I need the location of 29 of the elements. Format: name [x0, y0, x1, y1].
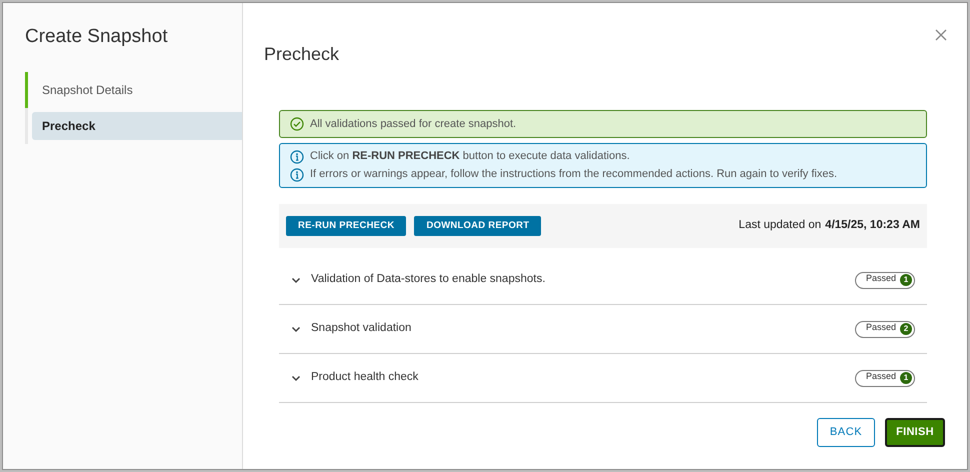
- status-text: Passed: [866, 272, 896, 286]
- alert-text: If errors or warnings appear, follow the instructions from the recommended actions. Run again to verify fixes.: [310, 167, 838, 182]
- count-badge: 1: [900, 274, 912, 286]
- status-text: Passed: [866, 370, 896, 384]
- status-text: Passed: [866, 321, 896, 334]
- info-icon: [290, 150, 304, 164]
- check-title: Snapshot validation: [311, 321, 412, 336]
- last-updated-value: 4/15/25, 10:23 AM: [825, 218, 920, 234]
- last-updated-label: Last updated on: [738, 218, 822, 234]
- wizard-step[interactable]: Precheck: [32, 112, 242, 140]
- alert-text: Click on RE-RUN PRECHECK button to execute data validations.: [310, 149, 630, 164]
- back-button[interactable]: BACK: [817, 418, 875, 447]
- action-button[interactable]: RE-RUN PRECHECK: [286, 216, 406, 236]
- info-icon: [290, 168, 304, 182]
- count-badge: 2: [900, 323, 912, 335]
- check-row[interactable]: Snapshot validation Passed 2: [279, 305, 927, 354]
- alert-text: All validations passed for create snapshot.: [310, 116, 516, 132]
- check-row[interactable]: Product health check Passed 1: [279, 354, 927, 403]
- close-icon[interactable]: [935, 29, 947, 41]
- check-circle-icon: [290, 117, 304, 131]
- wizard-step[interactable]: Snapshot Details: [32, 76, 242, 104]
- page-title: Precheck: [264, 43, 340, 66]
- check-row[interactable]: Validation of Data-stores to enable snapshots. Passed 1: [279, 256, 927, 305]
- finish-button[interactable]: FINISH: [885, 418, 945, 447]
- check-title: Validation of Data-stores to enable snapshots.: [311, 272, 546, 288]
- dialog-title: Create Snapshot: [25, 25, 169, 49]
- action-button[interactable]: DOWNLOAD REPORT: [414, 216, 542, 236]
- check-title: Product health check: [311, 370, 420, 386]
- count-badge: 1: [900, 372, 912, 384]
